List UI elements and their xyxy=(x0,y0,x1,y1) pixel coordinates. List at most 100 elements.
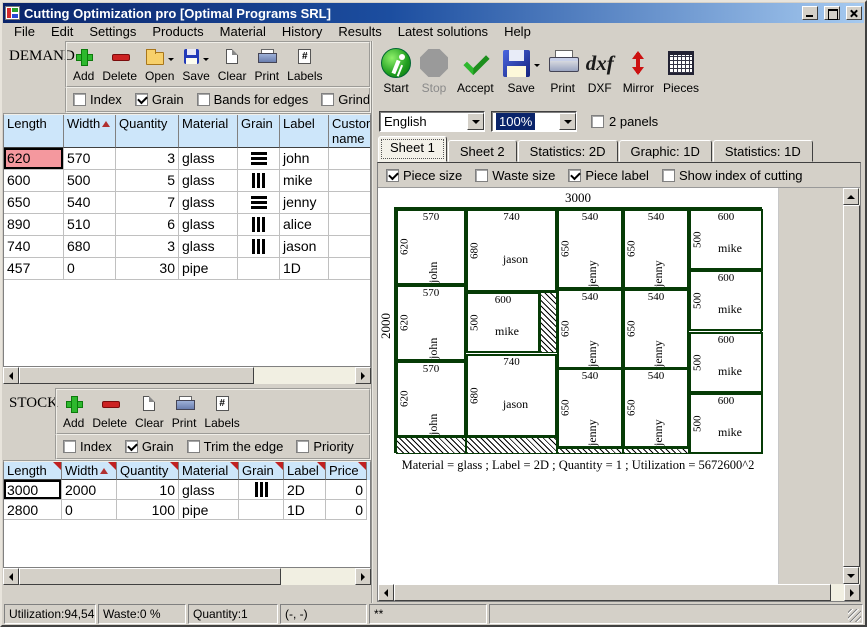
cell-quantity[interactable]: 30 xyxy=(116,258,179,280)
checkbox-icon[interactable] xyxy=(197,93,210,106)
grinding-checkbox[interactable]: Grinding xyxy=(321,92,371,107)
cell-grain[interactable] xyxy=(238,236,280,258)
language-select[interactable]: English xyxy=(379,111,485,132)
cell-material[interactable]: pipe xyxy=(179,258,238,280)
menu-item-results[interactable]: Results xyxy=(330,23,389,41)
priority-checkbox[interactable]: Priority xyxy=(296,439,353,454)
menu-item-latest-solutions[interactable]: Latest solutions xyxy=(390,23,496,41)
checkbox-icon[interactable] xyxy=(568,169,581,182)
delete-button[interactable]: Delete xyxy=(102,45,137,85)
cell-label[interactable]: mike xyxy=(280,170,329,192)
column-header-width[interactable]: Width xyxy=(64,115,116,148)
labels-button[interactable]: Labels xyxy=(204,392,239,432)
zoom-select[interactable]: 100% xyxy=(491,111,577,132)
chevron-down-icon[interactable] xyxy=(467,113,484,130)
piece-jenny[interactable]: 540650jenny xyxy=(623,368,689,448)
chevron-down-icon[interactable] xyxy=(559,113,576,130)
save-button[interactable]: Save xyxy=(503,46,540,105)
mirror-button[interactable]: Mirror xyxy=(623,46,654,105)
cell-width[interactable]: 2000 xyxy=(62,480,117,500)
cell-length[interactable]: 2800 xyxy=(4,500,62,520)
cell-grain[interactable] xyxy=(238,214,280,236)
cell-customer[interactable] xyxy=(329,258,371,280)
tab-sheet-1[interactable]: Sheet 1 xyxy=(378,136,447,162)
cell-length[interactable]: 457 xyxy=(4,258,64,280)
cell-width[interactable]: 0 xyxy=(64,258,116,280)
piece-mike[interactable]: 600500mike xyxy=(466,292,540,353)
clear-button[interactable]: Clear xyxy=(218,45,247,85)
menu-item-file[interactable]: File xyxy=(6,23,43,41)
column-header-material[interactable]: Material xyxy=(179,115,238,148)
tab-graphic-1d[interactable]: Graphic: 1D xyxy=(619,140,712,162)
tab-sheet-2[interactable]: Sheet 2 xyxy=(448,140,517,162)
scroll-left-icon[interactable] xyxy=(3,367,19,384)
column-header-quantity[interactable]: Quantity xyxy=(116,115,179,148)
cell-quantity[interactable]: 10 xyxy=(117,480,179,500)
dropdown-arrow-icon[interactable] xyxy=(203,58,209,64)
checkbox-icon[interactable] xyxy=(63,440,76,453)
cell-quantity[interactable]: 6 xyxy=(116,214,179,236)
cell-price[interactable]: 0 xyxy=(326,500,367,520)
checkbox-icon[interactable] xyxy=(187,440,200,453)
cell-label[interactable]: jason xyxy=(280,236,329,258)
canvas-hscrollbar[interactable] xyxy=(378,584,860,601)
column-header-customer-name[interactable]: Customer name xyxy=(329,115,371,148)
trim-the-edge-checkbox[interactable]: Trim the edge xyxy=(187,439,284,454)
cell-customer[interactable] xyxy=(329,170,371,192)
grain-checkbox[interactable]: Grain xyxy=(125,439,174,454)
piece-mike[interactable]: 600500mike xyxy=(689,393,763,454)
column-header-material[interactable]: Material xyxy=(179,462,239,480)
scroll-right-icon[interactable] xyxy=(355,568,371,585)
cutting-diagram-canvas[interactable]: 3000 2000 570620john570620john570620john… xyxy=(378,188,779,584)
piece-jason[interactable]: 740680jason xyxy=(466,209,557,292)
scroll-right-icon[interactable] xyxy=(355,367,371,384)
print-button[interactable]: Print xyxy=(172,392,197,432)
piece-john[interactable]: 570620john xyxy=(396,361,466,437)
menu-item-settings[interactable]: Settings xyxy=(81,23,144,41)
scroll-right-icon[interactable] xyxy=(844,584,860,601)
piece-jenny[interactable]: 540650jenny xyxy=(623,289,689,369)
minimize-icon[interactable] xyxy=(802,6,818,20)
cell-length[interactable]: 890 xyxy=(4,214,64,236)
delete-button[interactable]: Delete xyxy=(92,392,127,432)
cell-label[interactable]: alice xyxy=(280,214,329,236)
checkbox-icon[interactable] xyxy=(475,169,488,182)
cell-customer[interactable] xyxy=(329,192,371,214)
canvas-vscrollbar[interactable] xyxy=(843,188,860,584)
cell-grain[interactable] xyxy=(238,148,280,170)
checkbox-icon[interactable] xyxy=(321,93,334,106)
accept-button[interactable]: Accept xyxy=(457,46,494,105)
scroll-thumb[interactable] xyxy=(394,584,831,601)
cell-price[interactable]: 0 xyxy=(326,480,367,500)
column-header-grain[interactable]: Grain xyxy=(239,462,284,480)
close-icon[interactable] xyxy=(846,6,862,20)
checkbox-icon[interactable] xyxy=(386,169,399,182)
checkbox-icon[interactable] xyxy=(73,93,86,106)
print-button[interactable]: Print xyxy=(254,45,279,85)
tab-statistics-1d[interactable]: Statistics: 1D xyxy=(713,140,813,162)
demand-hscrollbar[interactable] xyxy=(3,367,371,384)
cell-length[interactable]: 620 xyxy=(4,148,64,170)
cell-customer[interactable] xyxy=(329,148,371,170)
cell-material[interactable]: glass xyxy=(179,148,238,170)
open-button[interactable]: Open xyxy=(145,45,174,85)
add-button[interactable]: Add xyxy=(63,392,84,432)
show-index-of-cutting-checkbox[interactable]: Show index of cutting xyxy=(662,168,803,183)
piece-mike[interactable]: 600500mike xyxy=(689,270,763,331)
cell-material[interactable]: glass xyxy=(179,480,239,500)
checkbox-icon[interactable] xyxy=(296,440,309,453)
index-checkbox[interactable]: Index xyxy=(63,439,112,454)
checkbox-icon[interactable] xyxy=(591,115,604,128)
cell-length[interactable]: 600 xyxy=(4,170,64,192)
menu-item-material[interactable]: Material xyxy=(212,23,274,41)
cell-label[interactable]: 1D xyxy=(280,258,329,280)
stock-hscrollbar[interactable] xyxy=(3,568,371,585)
cell-quantity[interactable]: 3 xyxy=(116,148,179,170)
column-header-quantity[interactable]: Quantity xyxy=(117,462,179,480)
scroll-down-icon[interactable] xyxy=(843,567,859,584)
cell-width[interactable]: 680 xyxy=(64,236,116,258)
piece-jason[interactable]: 740680jason xyxy=(466,354,557,437)
cell-quantity[interactable]: 7 xyxy=(116,192,179,214)
column-header-width[interactable]: Width xyxy=(62,462,117,480)
cell-label[interactable]: john xyxy=(280,148,329,170)
